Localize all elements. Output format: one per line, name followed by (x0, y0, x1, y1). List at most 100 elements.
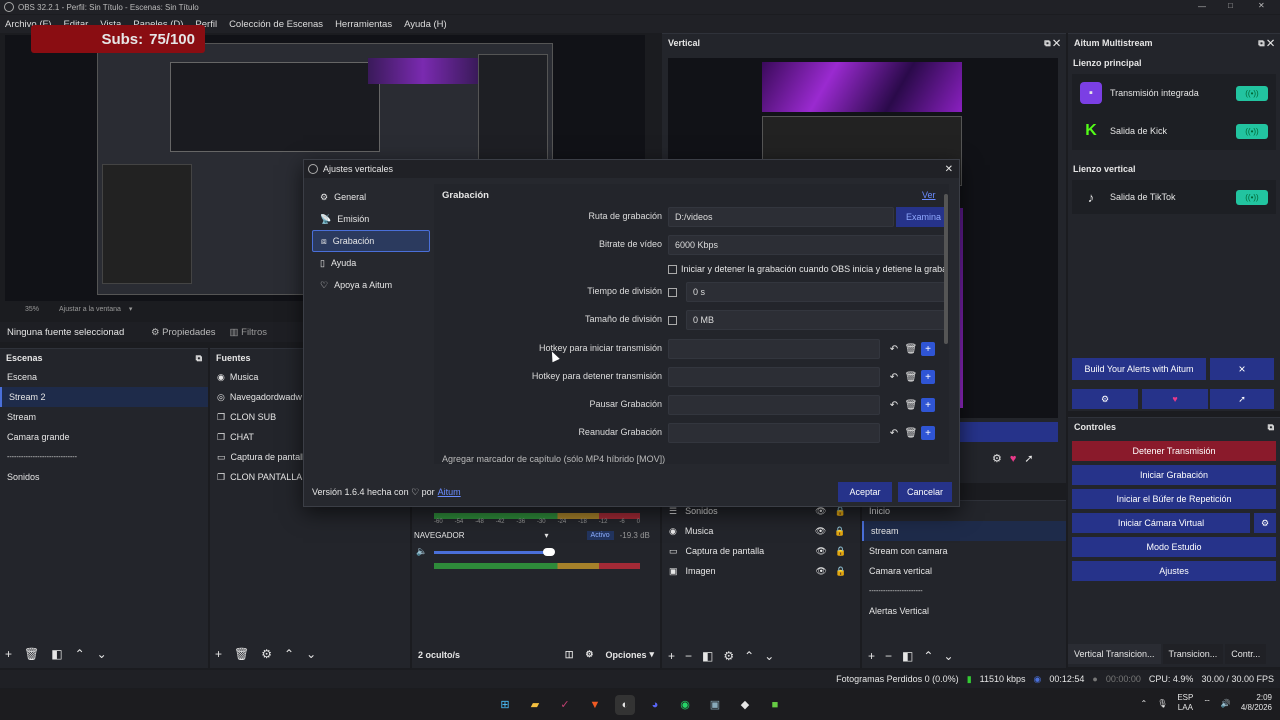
down-icon[interactable]: ⌄ (764, 649, 774, 663)
down-icon[interactable]: ⌄ (306, 647, 316, 661)
split-size-input[interactable]: 0 MB (686, 310, 946, 330)
settings-icon-button[interactable]: ⚙ (1072, 389, 1138, 409)
minimize-icon[interactable]: — (1198, 2, 1206, 11)
author-link[interactable]: Aitum (438, 487, 461, 497)
trash-icon[interactable]: 🗑 (904, 398, 918, 412)
hotkey-input[interactable] (668, 423, 880, 443)
hidden-count[interactable]: 2 oculto/s (418, 650, 460, 660)
vscene-item[interactable]: Camara vertical (862, 561, 1066, 581)
vsource-item[interactable]: ▣ Imagen 👁 🔒 (662, 561, 860, 581)
split-time-checkbox[interactable] (668, 288, 677, 297)
vscene-item-selected[interactable]: stream (862, 521, 1066, 541)
zoom-level[interactable]: 35% (25, 306, 39, 313)
scrollbar[interactable] (944, 194, 948, 344)
split-size-checkbox[interactable] (668, 316, 677, 325)
alerts-button[interactable]: Build Your Alerts with Aitum (1072, 358, 1206, 380)
hotkey-input[interactable] (668, 395, 880, 415)
trash-icon[interactable]: 🗑 (904, 342, 918, 356)
close-icon[interactable]: ✕ (1258, 1, 1265, 10)
menu-scene-collection[interactable]: Colección de Escenas (229, 19, 323, 30)
vsource-item[interactable]: ▭ Captura de pantalla 👁 🔒 (662, 541, 860, 561)
vscene-separator[interactable]: ----------------------- (862, 581, 1066, 601)
undock-icon[interactable]: ⧉ (1268, 422, 1274, 433)
down-icon[interactable]: ⌄ (943, 649, 953, 663)
up-icon[interactable]: ⌃ (284, 647, 294, 661)
windows-start-icon[interactable]: ⊞ (495, 695, 515, 715)
remove-icon[interactable]: − (685, 649, 692, 663)
tab-vertical-transitions[interactable]: Vertical Transicion... (1068, 644, 1161, 664)
eye-icon[interactable]: 👁 (816, 566, 827, 577)
lock-icon[interactable]: 🔒 (835, 546, 846, 557)
add-icon[interactable]: + (215, 647, 222, 661)
wifi-icon[interactable]: ⌔ (1203, 698, 1211, 708)
up-icon[interactable]: ⌃ (75, 647, 85, 661)
nav-support[interactable]: ♡ Apoya a Aitum (312, 274, 430, 296)
dialog-close-icon[interactable]: ✕ (945, 164, 953, 175)
split-time-input[interactable]: 0 s (686, 282, 946, 302)
scene-item[interactable]: Escena (0, 367, 208, 387)
browse-button[interactable]: Examina (896, 207, 946, 227)
file-explorer-icon[interactable]: ▰ (525, 695, 545, 715)
add-icon[interactable]: + (668, 649, 675, 663)
gear-icon[interactable]: ⚙ (992, 452, 1002, 465)
sync-checkbox[interactable] (668, 264, 677, 274)
trash-icon[interactable]: 🗑 (24, 647, 39, 661)
app-icon[interactable]: ✓ (555, 695, 575, 715)
revert-icon[interactable]: ↶ (887, 398, 901, 412)
filter-icon[interactable]: ◧ (902, 649, 913, 663)
filter-icon[interactable]: ◧ (702, 649, 713, 663)
stream-toggle[interactable]: ((•)) (1236, 85, 1268, 101)
nav-general[interactable]: ⚙ General (312, 186, 430, 208)
virtual-camera-settings-button[interactable]: ⚙ (1254, 513, 1276, 533)
options-button[interactable]: Opciones (605, 650, 646, 660)
add-icon[interactable]: + (868, 649, 875, 663)
share-icon[interactable]: ➚ (1024, 452, 1033, 465)
path-input[interactable]: D:/videos (668, 207, 894, 227)
close-alerts-button[interactable]: × (1210, 358, 1274, 380)
app-icon[interactable]: ◆ (735, 695, 755, 715)
stop-stream-button[interactable]: Detener Transmisión (1072, 441, 1276, 461)
gear-icon[interactable]: ⚙ (261, 647, 272, 661)
bitrate-input[interactable]: 6000 Kbps (668, 235, 946, 255)
volume-icon[interactable]: 🔊 (1221, 699, 1231, 708)
columns-icon[interactable]: ◫ (565, 649, 574, 660)
dropdown-icon[interactable]: ▾ (545, 531, 549, 540)
tab-transitions[interactable]: Transicion... (1162, 644, 1224, 664)
scene-item[interactable]: Sonidos (0, 467, 208, 487)
undock-icon[interactable]: ⧉ ✕ (1258, 38, 1274, 49)
eye-icon[interactable]: 👁 (815, 506, 826, 517)
menu-help[interactable]: Ayuda (H) (404, 19, 447, 30)
stream-toggle[interactable]: ((•)) (1236, 123, 1268, 139)
vscene-item[interactable]: Stream con camara (862, 541, 1066, 561)
remove-icon[interactable]: − (885, 649, 892, 663)
gear-icon[interactable]: ⚙ (585, 649, 593, 660)
tab-controls[interactable]: Contr... (1225, 644, 1267, 664)
replay-buffer-button[interactable]: Iniciar el Búfer de Repetición (1072, 489, 1276, 509)
fit-mode[interactable]: Ajustar a la ventana (59, 306, 121, 313)
revert-icon[interactable]: ↶ (887, 426, 901, 440)
speaker-icon[interactable]: 🔈 (416, 546, 427, 557)
minecraft-icon[interactable]: ■ (765, 695, 785, 715)
maximize-icon[interactable]: □ (1228, 1, 1233, 10)
studio-mode-button[interactable]: Modo Estudio (1072, 537, 1276, 557)
hotkey-input[interactable] (668, 367, 880, 387)
window-icon[interactable]: ▣ (705, 695, 725, 715)
heart-icon[interactable]: ♥ (1010, 453, 1017, 465)
sync-checkbox-row[interactable]: Iniciar y detener la grabación cuando OB… (668, 264, 949, 274)
down-icon[interactable]: ⌄ (97, 647, 107, 661)
fit-dropdown-icon[interactable]: ▾ (129, 305, 133, 313)
add-icon[interactable]: + (921, 342, 935, 356)
lock-icon[interactable]: 🔒 (835, 566, 846, 577)
accept-button[interactable]: Aceptar (838, 482, 892, 502)
start-recording-button[interactable]: Iniciar Grabación (1072, 465, 1276, 485)
heart-icon-button[interactable]: ♥ (1142, 389, 1208, 409)
nav-stream[interactable]: 📡 Emisión (312, 208, 430, 230)
menu-tools[interactable]: Herramientas (335, 19, 392, 30)
filters-button[interactable]: ▥ Filtros (230, 327, 268, 338)
hotkey-input[interactable] (668, 339, 880, 359)
properties-button[interactable]: ⚙ Propiedades (151, 327, 216, 338)
chevron-up-icon[interactable]: ⌃ (1140, 699, 1147, 708)
view-link[interactable]: Ver (922, 190, 936, 200)
share-icon-button[interactable]: ➚ (1210, 389, 1274, 409)
mic-icon[interactable]: 🎙 (1157, 699, 1167, 708)
